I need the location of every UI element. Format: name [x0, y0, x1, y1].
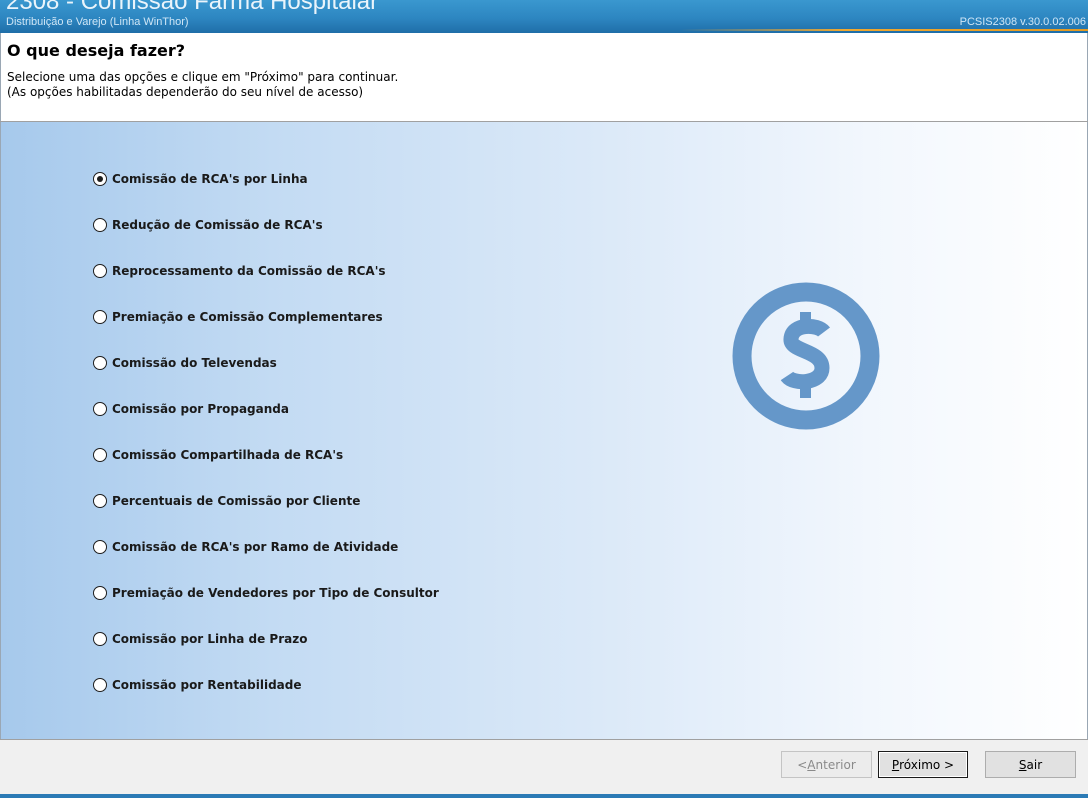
option-reprocessamento[interactable]: Reprocessamento da Comissão de RCA's	[93, 264, 386, 278]
radio-button[interactable]	[93, 264, 107, 278]
option-rentabilidade[interactable]: Comissão por Rentabilidade	[93, 678, 302, 692]
radio-button[interactable]	[93, 218, 107, 232]
radio-dot	[97, 176, 103, 182]
next-rest: róximo >	[899, 757, 955, 772]
instruction-line-1: Selecione uma das opções e clique em "Pr…	[7, 70, 399, 84]
title-accent-line	[680, 29, 1088, 31]
dollar-circle-icon	[732, 282, 880, 430]
option-label: Percentuais de Comissão por Cliente	[112, 494, 361, 508]
option-premiacao-complementares[interactable]: Premiação e Comissão Complementares	[93, 310, 383, 324]
option-label: Comissão Compartilhada de RCA's	[112, 448, 344, 462]
radio-button[interactable]	[93, 678, 107, 692]
option-linha-prazo[interactable]: Comissão por Linha de Prazo	[93, 632, 307, 646]
radio-button[interactable]	[93, 448, 107, 462]
back-prefix: <	[797, 757, 808, 772]
title-bar: 2308 - Comissão Farma Hospitalar Distrib…	[0, 0, 1088, 33]
instructions: Selecione uma das opções e clique em "Pr…	[7, 70, 398, 100]
back-rest: nterior	[815, 757, 856, 772]
wizard-footer: < Anterior Próximo > Sair	[0, 739, 1088, 795]
version-label: PCSIS2308 v.30.0.02.006	[959, 16, 1086, 28]
bottom-border	[0, 794, 1088, 798]
window-subtitle: Distribuição e Varejo (Linha WinThor)	[6, 16, 189, 28]
exit-rest: air	[1026, 757, 1043, 772]
radio-button[interactable]	[93, 356, 107, 370]
option-label: Premiação de Vendedores por Tipo de Cons…	[112, 586, 439, 600]
option-televendas[interactable]: Comissão do Televendas	[93, 356, 277, 370]
option-label: Comissão por Linha de Prazo	[112, 632, 308, 646]
option-tipo-consultor[interactable]: Premiação de Vendedores por Tipo de Cons…	[93, 586, 439, 600]
radio-button[interactable]	[93, 540, 107, 554]
option-label: Reprocessamento da Comissão de RCA's	[112, 264, 386, 278]
options-panel: Comissão de RCA's por Linha Redução de C…	[0, 122, 1088, 739]
radio-button[interactable]	[93, 310, 107, 324]
option-reducao-comissao[interactable]: Redução de Comissão de RCA's	[93, 218, 323, 232]
instruction-line-2: (As opções habilitadas dependerão do seu…	[7, 85, 364, 99]
radio-button[interactable]	[93, 172, 107, 186]
next-accelerator: P	[891, 757, 900, 772]
back-accelerator: A	[807, 757, 816, 772]
window-title: 2308 - Comissão Farma Hospitalar	[6, 0, 379, 15]
wizard-header: O que deseja fazer? Selecione uma das op…	[0, 33, 1088, 121]
radio-button[interactable]	[93, 586, 107, 600]
back-button[interactable]: < Anterior	[781, 751, 872, 778]
exit-button[interactable]: Sair	[985, 751, 1076, 778]
option-label: Comissão por Propaganda	[112, 402, 289, 416]
option-percentuais-cliente[interactable]: Percentuais de Comissão por Cliente	[93, 494, 360, 508]
next-button[interactable]: Próximo >	[878, 751, 968, 778]
exit-accelerator: S	[1018, 757, 1027, 772]
option-label: Premiação e Comissão Complementares	[112, 310, 383, 324]
option-propaganda[interactable]: Comissão por Propaganda	[93, 402, 289, 416]
option-label: Comissão do Televendas	[112, 356, 277, 370]
option-compartilhada[interactable]: Comissão Compartilhada de RCA's	[93, 448, 343, 462]
option-label: Redução de Comissão de RCA's	[112, 218, 323, 232]
radio-button[interactable]	[93, 632, 107, 646]
page-title: O que deseja fazer?	[7, 41, 186, 60]
option-label: Comissão de RCA's por Ramo de Atividade	[112, 540, 399, 554]
radio-button[interactable]	[93, 402, 107, 416]
radio-button[interactable]	[93, 494, 107, 508]
option-comissao-rca-linha[interactable]: Comissão de RCA's por Linha	[93, 172, 308, 186]
option-ramo-atividade[interactable]: Comissão de RCA's por Ramo de Atividade	[93, 540, 398, 554]
option-label: Comissão de RCA's por Linha	[112, 172, 308, 186]
option-label: Comissão por Rentabilidade	[112, 678, 302, 692]
